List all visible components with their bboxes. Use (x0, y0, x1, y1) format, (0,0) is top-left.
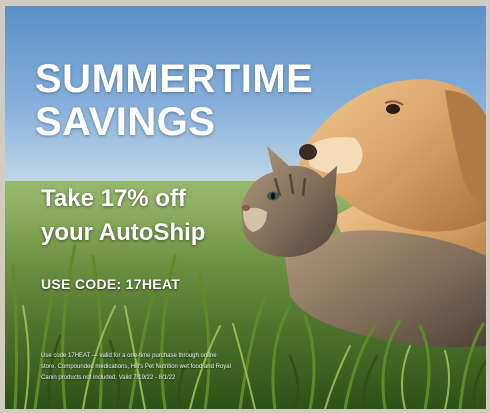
headline: SUMMERTIME SAVINGS (35, 58, 313, 144)
headline-line-2: SAVINGS (35, 100, 216, 144)
offer-text: Take 17% off your AutoShip (41, 182, 205, 250)
promo-code: USE CODE: 17HEAT (41, 276, 181, 292)
offer-line-2: your AutoShip (41, 219, 206, 246)
offer-line-1: Take 17% off (41, 185, 186, 212)
promo-banner[interactable]: SUMMERTIME SAVINGS Take 17% off your Aut… (5, 6, 486, 409)
headline-line-1: SUMMERTIME (35, 57, 314, 101)
banner-frame: SUMMERTIME SAVINGS Take 17% off your Aut… (0, 0, 490, 413)
fine-print: Use code 17HEAT — valid for a one-time p… (41, 353, 231, 381)
